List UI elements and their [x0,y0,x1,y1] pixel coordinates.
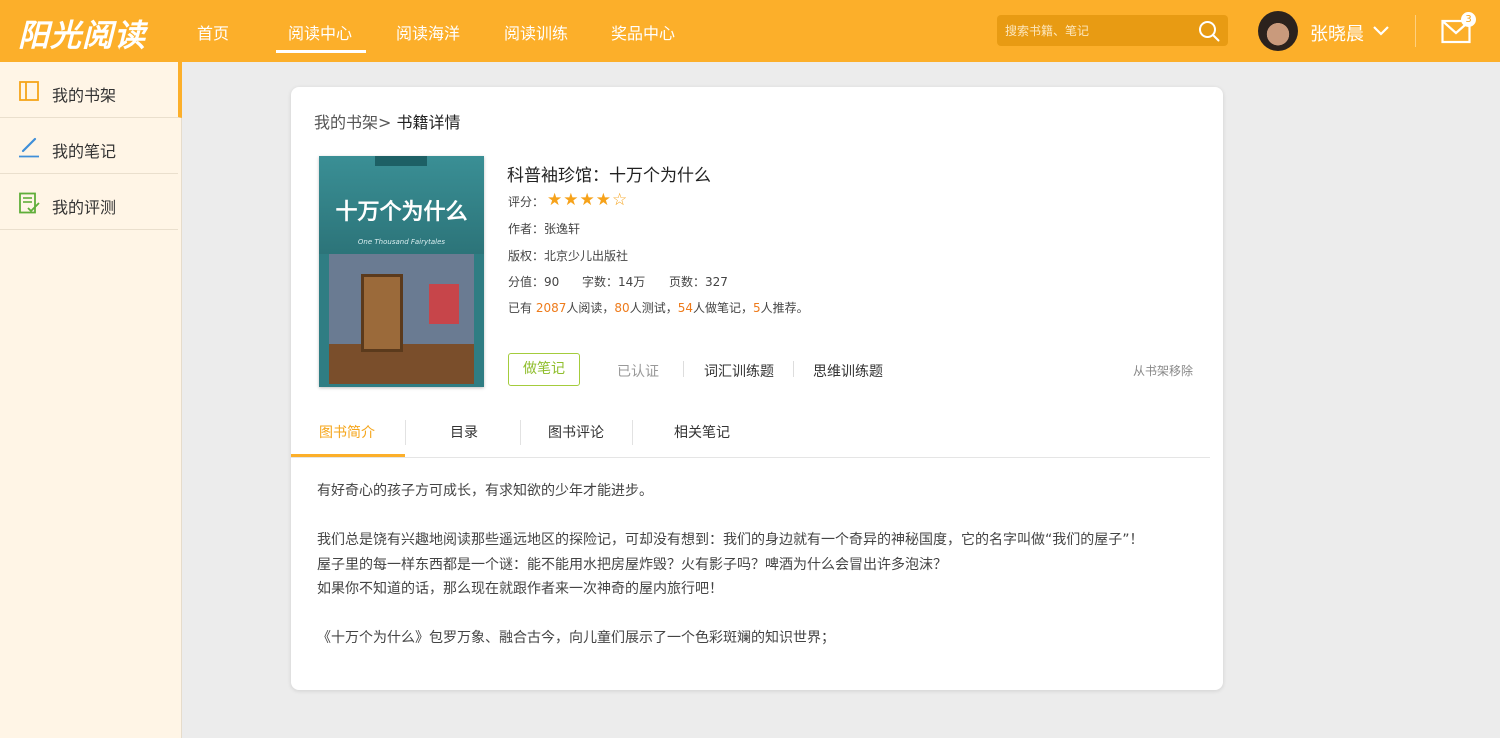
notes-count: 54 [677,301,693,315]
rating-label: 评分： [508,195,545,209]
sidebar-item-label: 我的笔记 [52,142,117,161]
nav-item-reading-center[interactable]: 阅读中心 [275,20,367,53]
active-tab-indicator [291,454,405,457]
breadcrumb-current: 书籍详情 [396,113,461,132]
star-filled-icon: ★ [563,190,579,210]
breadcrumb: 我的书架> 书籍详情 [314,109,461,133]
intro-paragraph: 有好奇心的孩子方可成长，有求知欲的少年才能进步。 [317,483,653,499]
vocab-exercise-link[interactable]: 词汇训练题 [704,361,774,381]
action-divider [683,361,684,377]
readers-count: 2087 [535,301,567,315]
checklist-icon [19,192,40,214]
tab-book-reviews[interactable]: 图书评论 [548,422,604,442]
avatar[interactable] [1258,11,1298,51]
top-bar: 阳光阅读 首页 阅读中心 阅读海洋 阅读训练 奖品中心 张晓晨 3 [0,0,1500,62]
cover-subtitle: One Thousand Fairytales [357,238,446,246]
app-logo[interactable]: 阳光阅读 [18,10,146,55]
sidebar-item-assessments[interactable]: 我的评测 [0,174,178,230]
verified-label: 已认证 [617,364,659,380]
book-cover: 十万个为什么 One Thousand Fairytales [319,156,484,387]
recommend-count: 5 [753,301,761,315]
sidebar: 我的书架 我的笔记 我的评测 [0,62,182,738]
book-publisher: 版权：北京少儿出版社 [508,249,629,263]
book-tabs: 图书简介 目录 图书评论 相关笔记 [291,408,1210,458]
star-empty-icon: ☆ [612,190,628,210]
book-author: 作者：张逸轩 [508,222,581,236]
chevron-down-icon[interactable] [1372,25,1390,37]
tab-contents[interactable]: 目录 [450,422,478,442]
star-filled-icon: ★ [579,190,595,210]
book-intro: 有好奇心的孩子方可成长，有求知欲的少年才能进步。 我们总是饶有兴趣地阅读那些遥远… [317,479,1144,651]
intro-paragraph: 如果你不知道的话，那么现在就跟作者来一次神奇的屋内旅行吧！ [317,581,723,597]
book-stats: 已有 2087人阅读，80人测试，54人做笔记，5人推荐。 [508,301,809,315]
nav-item-home[interactable]: 首页 [197,20,229,44]
intro-paragraph: 屋子里的每一样东西都是一个谜：能不能用水把房屋炸毁？火有影子吗？啤酒为什么会冒出… [317,556,947,573]
nav-item-reading-training[interactable]: 阅读训练 [504,20,568,44]
search-box [997,15,1228,46]
bookshelf-icon [19,81,39,101]
take-note-button[interactable]: 做笔记 [508,353,580,386]
book-words: 字数：14万 [582,275,646,289]
book-score: 分值：90 [508,275,560,289]
nav-item-prize-center[interactable]: 奖品中心 [611,20,675,44]
header-divider [1415,15,1416,47]
search-icon[interactable] [1198,20,1220,42]
breadcrumb-parent[interactable]: 我的书架> [314,113,391,132]
sidebar-item-label: 我的评测 [52,198,117,217]
tested-count: 80 [614,301,630,315]
tab-related-notes[interactable]: 相关笔记 [674,422,730,442]
star-filled-icon: ★ [547,190,563,210]
sidebar-item-notes[interactable]: 我的笔记 [0,118,178,174]
sidebar-item-bookshelf[interactable]: 我的书架 [0,62,182,118]
book-detail-card: 我的书架> 书籍详情 十万个为什么 One Thousand Fairytale… [291,87,1223,690]
pencil-icon [19,137,39,158]
action-divider [793,361,794,377]
search-input[interactable] [997,15,1192,46]
thinking-exercise-link[interactable]: 思维训练题 [813,361,883,381]
star-filled-icon: ★ [595,190,611,210]
nav-item-reading-ocean[interactable]: 阅读海洋 [396,20,460,44]
cover-title: 十万个为什么 [335,199,468,225]
book-title: 科普袖珍馆：十万个为什么 [507,166,711,186]
book-pages: 页数：327 [669,275,728,289]
tab-book-intro[interactable]: 图书简介 [319,422,375,442]
intro-paragraph: 我们总是饶有兴趣地阅读那些遥远地区的探险记，可却没有想到：我们的身边就有一个奇异… [317,532,1144,548]
rating-stars: ★★★★☆ [547,190,628,210]
mail-count-badge: 3 [1461,12,1476,27]
remove-from-shelf-link[interactable]: 从书架移除 [1133,362,1193,379]
intro-paragraph: 《十万个为什么》包罗万象、融合古今，向儿童们展示了一个色彩斑斓的知识世界； [317,630,835,646]
sidebar-item-label: 我的书架 [52,86,117,105]
user-name[interactable]: 张晓晨 [1310,20,1364,46]
